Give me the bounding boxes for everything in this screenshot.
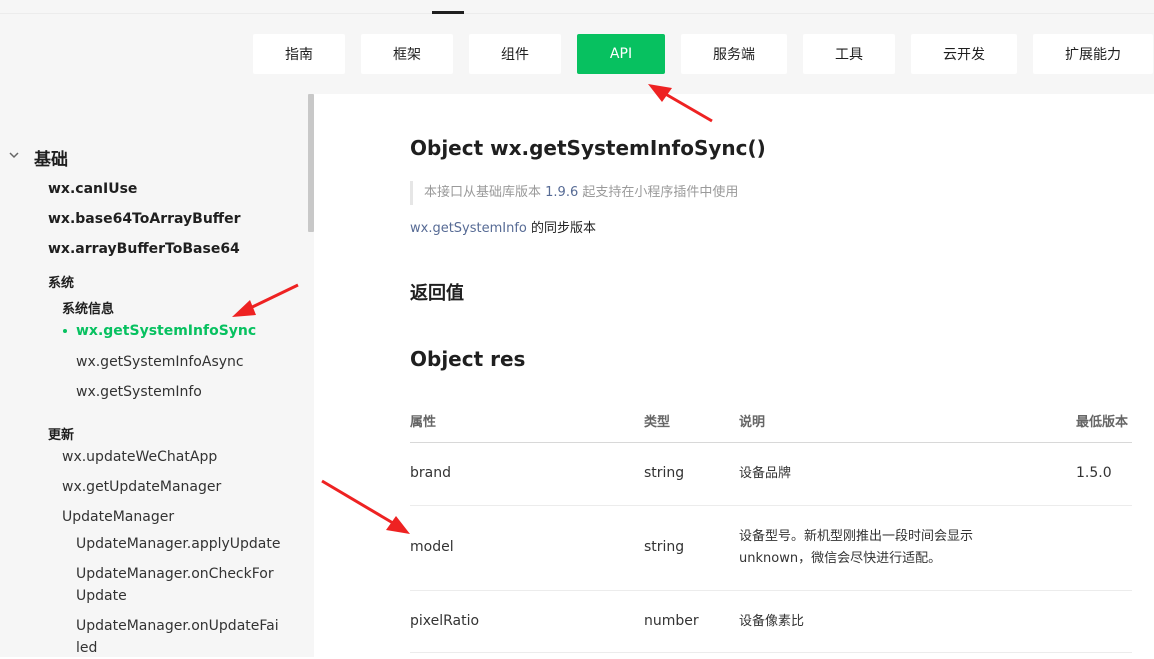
getSystemInfo-link[interactable]: wx.getSystemInfo	[410, 221, 527, 236]
nav-components-button[interactable]: 组件	[469, 34, 561, 74]
sidebar-item-label: UpdateManager.onUpdateFai	[76, 618, 279, 634]
nav-tools-button[interactable]: 工具	[803, 34, 895, 74]
sidebar-item-UpdateManager[interactable]: UpdateManager	[62, 509, 174, 525]
nav-extensions-button[interactable]: 扩展能力	[1033, 34, 1153, 74]
sidebar-item-label: Update	[76, 588, 127, 604]
sidebar-item-getSystemInfo[interactable]: wx.getSystemInfo	[76, 381, 202, 403]
cell-desc: 设备品牌	[739, 466, 792, 481]
nav-guide-button[interactable]: 指南	[253, 34, 345, 74]
description-text: 的同步版本	[526, 221, 597, 236]
sidebar-scrollbar[interactable]	[308, 94, 314, 232]
cell-prop: model	[410, 539, 454, 555]
cell-desc-line: unknown，微信会尽快进行适配。	[739, 551, 942, 566]
sidebar-item-base64ToArrayBuffer[interactable]: wx.base64ToArrayBuffer	[48, 211, 241, 227]
cell-desc: 设备型号。新机型刚推出一段时间会显示 unknown，微信会尽快进行适配。	[739, 526, 973, 570]
nav-framework-button[interactable]: 框架	[361, 34, 453, 74]
sidebar-item-onUpdateFailed[interactable]: UpdateManager.onUpdateFai led	[76, 615, 279, 659]
sidebar-category-system[interactable]: 系统	[48, 272, 74, 291]
sidebar-item-updateWeChatApp[interactable]: wx.updateWeChatApp	[62, 449, 217, 465]
sidebar-item-canIUse[interactable]: wx.canIUse	[48, 181, 137, 197]
table-header-min-version: 最低版本	[1076, 415, 1129, 430]
table-header-description: 说明	[739, 415, 766, 430]
sidebar-item-arrayBufferToBase64[interactable]: wx.arrayBufferToBase64	[48, 241, 240, 257]
table-header-divider	[410, 442, 1132, 443]
top-nav-bar: 指南 框架 组件 API 服务端 工具 云开发 扩展能力	[0, 0, 1154, 94]
primary-nav: 指南 框架 组件 API 服务端 工具 云开发 扩展能力	[0, 34, 1154, 74]
version-link[interactable]: 1.9.6	[545, 185, 578, 200]
sidebar-item-applyUpdate[interactable]: UpdateManager.applyUpdate	[76, 533, 280, 555]
version-note-prefix: 本接口从基础库版本	[424, 185, 546, 200]
cell-prop: pixelRatio	[410, 613, 480, 629]
cell-type: string	[644, 539, 685, 555]
sidebar-item-label: UpdateManager.onCheckFor	[76, 566, 274, 582]
cell-desc-line: 设备型号。新机型刚推出一段时间会显示	[739, 529, 974, 544]
cell-min-version: 1.5.0	[1076, 465, 1112, 481]
object-res-heading: Object res	[410, 347, 526, 371]
cell-type: string	[644, 465, 685, 481]
active-bullet-icon	[63, 329, 67, 333]
nav-api-button[interactable]: API	[577, 34, 665, 74]
row-divider	[410, 590, 1132, 591]
table-header-type: 类型	[644, 415, 671, 430]
nav-server-button[interactable]: 服务端	[681, 34, 787, 74]
row-divider	[410, 652, 1132, 653]
sidebar-category-update[interactable]: 更新	[48, 424, 74, 443]
top-tab-indicator	[432, 11, 464, 14]
return-value-heading: 返回值	[410, 283, 464, 304]
arrow-to-model-row-icon	[321, 479, 410, 534]
sidebar-subcategory-system-info[interactable]: 系统信息	[62, 298, 114, 317]
description: wx.getSystemInfo 的同步版本	[410, 219, 596, 239]
sidebar-item-label: UpdateManager.applyUpdate	[76, 536, 281, 552]
cell-desc: 设备像素比	[739, 614, 805, 629]
nav-cloud-button[interactable]: 云开发	[911, 34, 1017, 74]
version-note: 本接口从基础库版本 1.9.6 起支持在小程序插件中使用	[410, 181, 738, 205]
row-divider	[410, 505, 1132, 506]
sidebar-item-getSystemInfoSync[interactable]: wx.getSystemInfoSync	[76, 323, 256, 339]
sidebar-item-getUpdateManager[interactable]: wx.getUpdateManager	[62, 479, 221, 495]
table-header-property: 属性	[410, 415, 437, 430]
sidebar-group-basic[interactable]: 基础	[34, 145, 68, 170]
chevron-down-icon[interactable]	[8, 150, 20, 160]
page-title: Object wx.getSystemInfoSync()	[410, 136, 766, 160]
cell-prop: brand	[410, 465, 451, 481]
sidebar-item-label: led	[76, 640, 98, 656]
sidebar-item-onCheckForUpdate[interactable]: UpdateManager.onCheckFor Update	[76, 563, 274, 607]
sidebar-item-getSystemInfoAsync[interactable]: wx.getSystemInfoAsync	[76, 351, 244, 373]
top-divider	[0, 13, 1154, 14]
cell-type: number	[644, 613, 699, 629]
version-note-suffix: 起支持在小程序插件中使用	[578, 185, 739, 200]
